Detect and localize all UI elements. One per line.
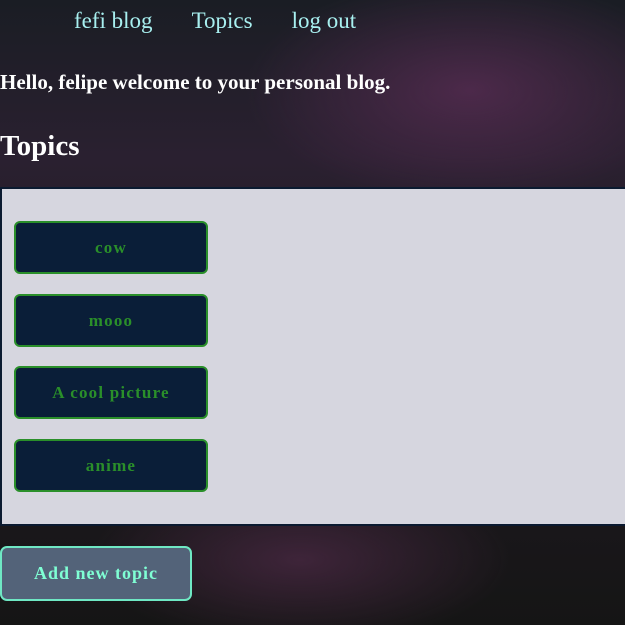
nav-home-link[interactable]: fefi blog — [74, 8, 153, 34]
add-topic-button[interactable]: Add new topic — [0, 546, 192, 601]
greeting: Hello, felipe welcome to your personal b… — [0, 70, 391, 94]
topic-button[interactable]: A cool picture — [14, 366, 208, 419]
topic-button[interactable]: anime — [14, 439, 208, 492]
topics-panel: cow mooo A cool picture anime — [0, 187, 625, 526]
page-title: Topics — [0, 130, 80, 162]
topic-button[interactable]: mooo — [14, 294, 208, 347]
topic-button[interactable]: cow — [14, 221, 208, 274]
nav-logout-link[interactable]: log out — [292, 8, 357, 34]
nav-topics-link[interactable]: Topics — [192, 8, 253, 34]
top-nav: fefi blog Topics log out — [74, 8, 356, 34]
